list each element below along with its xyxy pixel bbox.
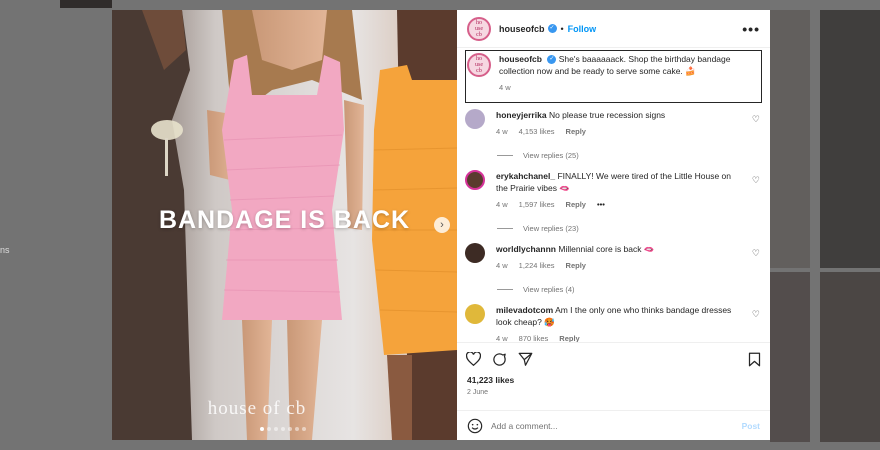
carousel-dot [288, 427, 292, 431]
comment-time: 4 w [496, 200, 508, 209]
comment-like-heart-icon[interactable]: ♡ [752, 175, 760, 186]
comment-like-heart-icon[interactable]: ♡ [752, 114, 760, 125]
verified-badge-icon: ✓ [547, 55, 557, 65]
avatar[interactable]: ho use cb [467, 16, 491, 41]
post-side-panel: ho use cb houseofcb ✓ • Follow ••• ho use cb… [457, 10, 770, 440]
bookmark-icon[interactable] [748, 352, 761, 367]
more-options-icon[interactable]: ••• [742, 21, 760, 37]
carousel-dot [302, 427, 306, 431]
comment-likes[interactable]: 1,224 likes [519, 260, 555, 272]
follow-button[interactable]: Follow [568, 24, 597, 34]
avatar[interactable] [465, 109, 485, 129]
comments-list[interactable]: ho use cb houseofcb ✓ She's baaaaaack. Sho… [457, 48, 770, 342]
caption-time: 4 w [499, 83, 511, 92]
comment-item: worldlychannn Millennial core is back 🫦 … [465, 243, 762, 272]
comment-text: Millennial core is back 🫦 [558, 244, 655, 254]
post-modal: BANDAGE IS BACK house of cb › ho use cb ho… [112, 10, 770, 440]
comment-likes[interactable]: 870 likes [519, 333, 549, 342]
avatar[interactable] [465, 243, 485, 263]
add-comment-bar: Add a comment... Post [457, 410, 770, 440]
comment-username[interactable]: milevadotcom [496, 305, 553, 315]
brand-watermark: house of cb [207, 398, 307, 419]
replies-divider [497, 289, 513, 290]
view-replies-label: View replies (23) [523, 224, 579, 233]
media-headline: BANDAGE IS BACK [158, 206, 411, 234]
reply-button[interactable]: Reply [566, 126, 586, 138]
comment-icon[interactable] [492, 352, 507, 367]
avatar[interactable] [465, 304, 485, 324]
replies-divider [497, 228, 513, 229]
carousel-dot [281, 427, 285, 431]
post-header: ho use cb houseofcb ✓ • Follow ••• [457, 10, 770, 48]
chevron-right-icon: › [440, 219, 444, 231]
view-replies-button[interactable]: View replies (25) [497, 151, 762, 160]
share-icon[interactable] [518, 352, 533, 366]
view-replies-label: View replies (4) [523, 285, 575, 294]
view-replies-button[interactable]: View replies (4) [497, 285, 762, 294]
header-separator: • [560, 23, 564, 34]
comment-time: 4 w [496, 127, 508, 136]
comment-username[interactable]: worldlychannn [496, 244, 556, 254]
avatar[interactable]: ho use cb [467, 53, 491, 77]
post-media[interactable]: BANDAGE IS BACK house of cb › [112, 10, 457, 440]
comment-item: honeyjerrika No please true recession si… [465, 109, 762, 138]
comment-item: milevadotcom Am I the only one who think… [465, 304, 762, 342]
post-date: 2 June [467, 389, 489, 396]
like-heart-icon[interactable] [466, 352, 481, 366]
carousel-dot [267, 427, 271, 431]
caption-username[interactable]: houseofcb [499, 54, 542, 64]
background-nav-text: ns [0, 245, 10, 255]
comment-like-heart-icon[interactable]: ♡ [752, 309, 760, 320]
comment-input[interactable]: Add a comment... [491, 421, 742, 431]
view-replies-label: View replies (25) [523, 151, 579, 160]
view-replies-button[interactable]: View replies (23) [497, 224, 762, 233]
reply-button[interactable]: Reply [559, 333, 579, 342]
carousel-dot [274, 427, 278, 431]
carousel-dot [295, 427, 299, 431]
next-slide-button[interactable]: › [434, 217, 450, 233]
comment-text: No please true recession signs [548, 110, 666, 120]
comment-like-heart-icon[interactable]: ♡ [752, 248, 760, 259]
post-actions [457, 342, 770, 375]
post-caption: ho use cb houseofcb ✓ She's baaaaaack. Sho… [465, 50, 762, 103]
comment-username[interactable]: erykahchanel_ [496, 171, 555, 181]
reply-button[interactable]: Reply [566, 199, 586, 211]
comment-likes[interactable]: 1,597 likes [519, 199, 555, 211]
comment-time: 4 w [496, 334, 508, 342]
verified-badge-icon: ✓ [547, 24, 557, 33]
carousel-indicator [260, 427, 306, 431]
comment-time: 4 w [496, 261, 508, 270]
comment-likes[interactable]: 4,153 likes [519, 126, 555, 138]
likes-count[interactable]: 41,223 likes [457, 375, 770, 387]
post-comment-button[interactable]: Post [742, 421, 760, 431]
reply-button[interactable]: Reply [566, 260, 586, 272]
carousel-dot [260, 427, 264, 431]
comment-options-icon[interactable]: ••• [597, 199, 605, 211]
avatar[interactable] [465, 170, 485, 190]
comment-username[interactable]: honeyjerrika [496, 110, 547, 120]
comment-item: erykahchanel_ FINALLY! We were tired of … [465, 170, 762, 211]
replies-divider [497, 155, 513, 156]
emoji-icon[interactable] [467, 418, 483, 434]
author-username[interactable]: houseofcb [499, 24, 545, 34]
